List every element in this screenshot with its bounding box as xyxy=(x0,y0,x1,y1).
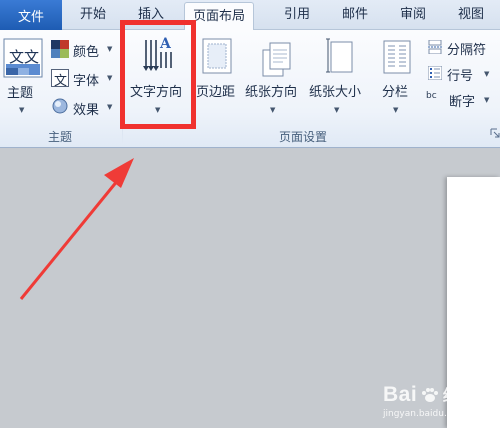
watermark-brand-cn: 经验 xyxy=(442,386,475,405)
watermark-brand: Bai xyxy=(383,383,418,406)
arrow-head xyxy=(104,158,134,188)
paw-icon xyxy=(421,387,439,403)
annotation-arrow xyxy=(19,158,134,300)
baidu-watermark: Bai 经验 jingyan.baidu.com xyxy=(383,382,475,419)
watermark-url: jingyan.baidu.com xyxy=(383,409,467,419)
arrow-shaft xyxy=(19,179,120,300)
